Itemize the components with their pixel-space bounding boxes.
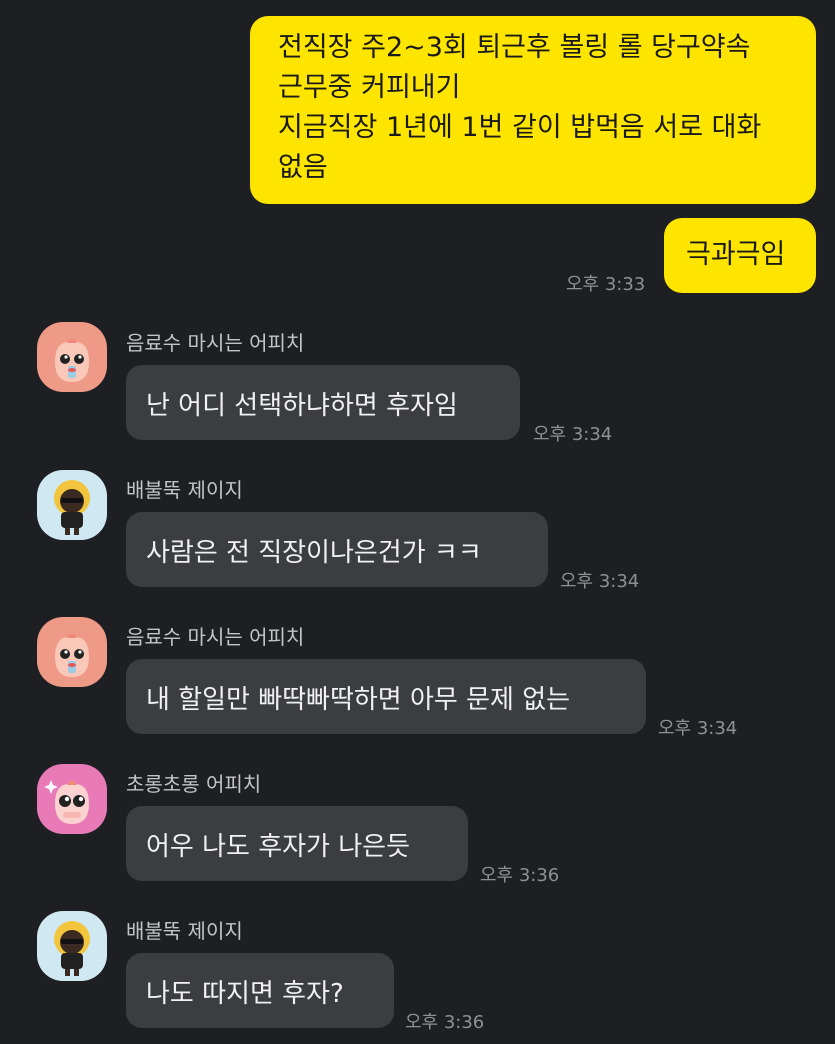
message-timestamp: 오후 3:34: [658, 718, 738, 739]
jayg-icon[interactable]: [37, 911, 107, 981]
message-line: 지금직장 1년에 1번 같이 밥먹음 서로 대화: [278, 112, 762, 143]
incoming-message-bubble[interactable]: 사람은 전 직장이나은건가 ㅋㅋ: [126, 512, 548, 587]
message-timestamp: 오후 3:33: [566, 274, 646, 295]
incoming-message-bubble[interactable]: 나도 따지면 후자?: [126, 953, 394, 1028]
message-text: 내 할일만 빠딱빠딱하면 아무 문제 없는: [146, 685, 571, 715]
message-line: 없음: [278, 152, 328, 183]
message-line: 전직장 주2~3회 퇴근후 볼링 롤 당구약속: [278, 32, 751, 63]
incoming-message-bubble[interactable]: 내 할일만 빠딱빠딱하면 아무 문제 없는: [126, 659, 646, 734]
chat-room: 전직장 주2~3회 퇴근후 볼링 롤 당구약속 근무중 커피내기 지금직장 1년…: [0, 0, 835, 1044]
message-timestamp: 오후 3:36: [405, 1012, 485, 1033]
apeach-drink-icon[interactable]: [37, 322, 107, 392]
message-timestamp: 오후 3:36: [480, 865, 560, 886]
sender-name: 초롱초롱 어피치: [126, 772, 262, 796]
incoming-message-bubble[interactable]: 난 어디 선택하냐하면 후자임: [126, 365, 520, 440]
sender-name: 음료수 마시는 어피치: [126, 331, 305, 355]
sender-name: 배불뚝 제이지: [126, 478, 243, 502]
apeach-sparkle-icon[interactable]: [37, 764, 107, 834]
apeach-drink-icon[interactable]: [37, 617, 107, 687]
outgoing-message-bubble[interactable]: 전직장 주2~3회 퇴근후 볼링 롤 당구약속 근무중 커피내기 지금직장 1년…: [250, 16, 816, 204]
message-text: 난 어디 선택하냐하면 후자임: [146, 391, 458, 421]
message-text: 사람은 전 직장이나은건가 ㅋㅋ: [146, 538, 482, 568]
sender-name: 음료수 마시는 어피치: [126, 625, 305, 649]
message-text: 극과극임: [686, 239, 786, 270]
message-line: 근무중 커피내기: [278, 72, 461, 103]
jayg-icon[interactable]: [37, 470, 107, 540]
sender-name: 배불뚝 제이지: [126, 919, 243, 943]
outgoing-message-bubble[interactable]: 극과극임: [664, 218, 816, 293]
incoming-message-bubble[interactable]: 어우 나도 후자가 나은듯: [126, 806, 468, 881]
message-text: 나도 따지면 후자?: [146, 979, 344, 1009]
message-timestamp: 오후 3:34: [533, 424, 613, 445]
message-text: 어우 나도 후자가 나은듯: [146, 832, 410, 862]
message-timestamp: 오후 3:34: [560, 571, 640, 592]
